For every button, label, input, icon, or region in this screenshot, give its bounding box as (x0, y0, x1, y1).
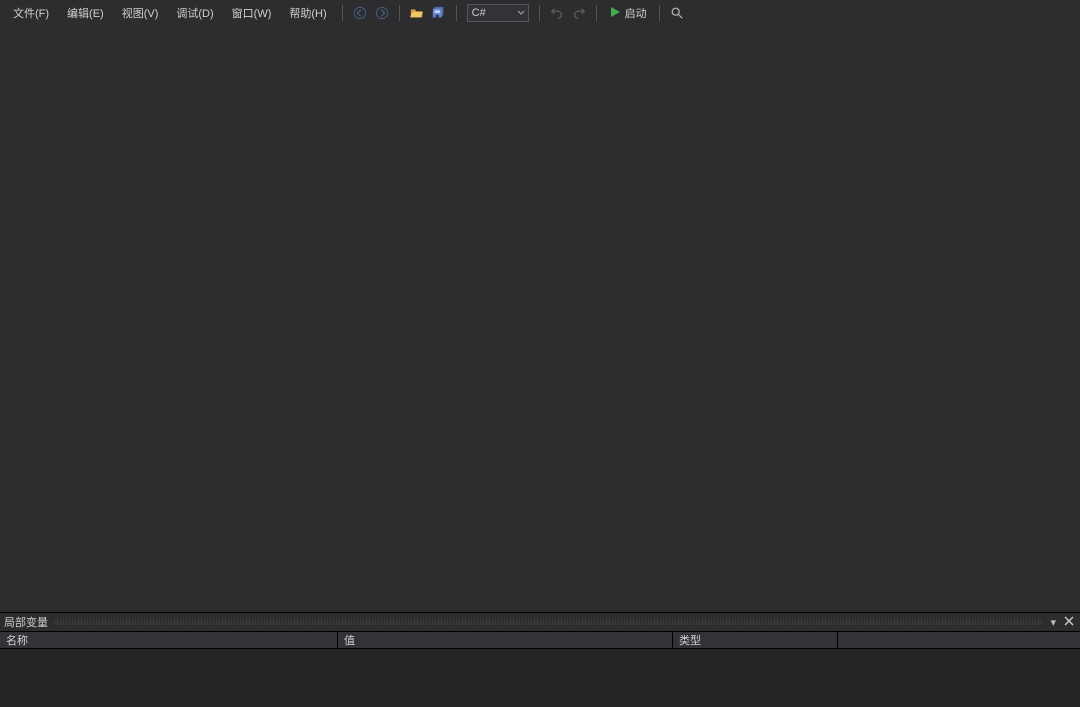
redo-icon[interactable] (570, 4, 588, 22)
menu-debug[interactable]: 调试(D) (167, 1, 222, 25)
grid-header: 名称 值 类型 (0, 631, 1080, 649)
locals-panel: 局部变量 ▾ 名称 值 类型 (0, 612, 1080, 707)
column-header-value[interactable]: 值 (338, 632, 673, 648)
nav-back-icon[interactable] (351, 4, 369, 22)
chevron-down-icon (516, 9, 526, 17)
start-button[interactable]: 启动 (603, 3, 653, 23)
toolbar-separator (596, 5, 597, 21)
menu-view[interactable]: 视图(V) (113, 1, 168, 25)
column-header-name[interactable]: 名称 (0, 632, 338, 648)
panel-header: 局部变量 ▾ (0, 613, 1080, 631)
panel-drag-grip[interactable] (54, 619, 1042, 625)
grid-body (0, 649, 1080, 707)
menu-edit[interactable]: 编辑(E) (58, 1, 113, 25)
close-icon[interactable] (1062, 616, 1076, 629)
panel-dropdown-icon[interactable]: ▾ (1048, 616, 1058, 629)
toolbar-separator (399, 5, 400, 21)
undo-icon[interactable] (548, 4, 566, 22)
toolbar-separator (456, 5, 457, 21)
save-all-icon[interactable] (430, 4, 448, 22)
play-icon (609, 6, 621, 21)
start-label: 启动 (625, 5, 647, 21)
nav-forward-icon[interactable] (373, 4, 391, 22)
column-header-type[interactable]: 类型 (673, 632, 838, 648)
toolbar-separator (342, 5, 343, 21)
menubar: 文件(F) 编辑(E) 视图(V) 调试(D) 窗口(W) 帮助(H) C# 启… (0, 0, 1080, 26)
search-icon[interactable] (668, 4, 686, 22)
column-header-blank (838, 632, 1080, 648)
panel-title: 局部变量 (4, 614, 48, 630)
menu-window[interactable]: 窗口(W) (223, 1, 281, 25)
open-icon[interactable] (408, 4, 426, 22)
toolbar-separator (659, 5, 660, 21)
menu-help[interactable]: 帮助(H) (280, 1, 335, 25)
menu-file[interactable]: 文件(F) (4, 1, 58, 25)
toolbar-separator (539, 5, 540, 21)
language-select[interactable]: C# (467, 4, 529, 22)
editor-area (0, 26, 1080, 612)
language-select-value: C# (472, 7, 486, 19)
